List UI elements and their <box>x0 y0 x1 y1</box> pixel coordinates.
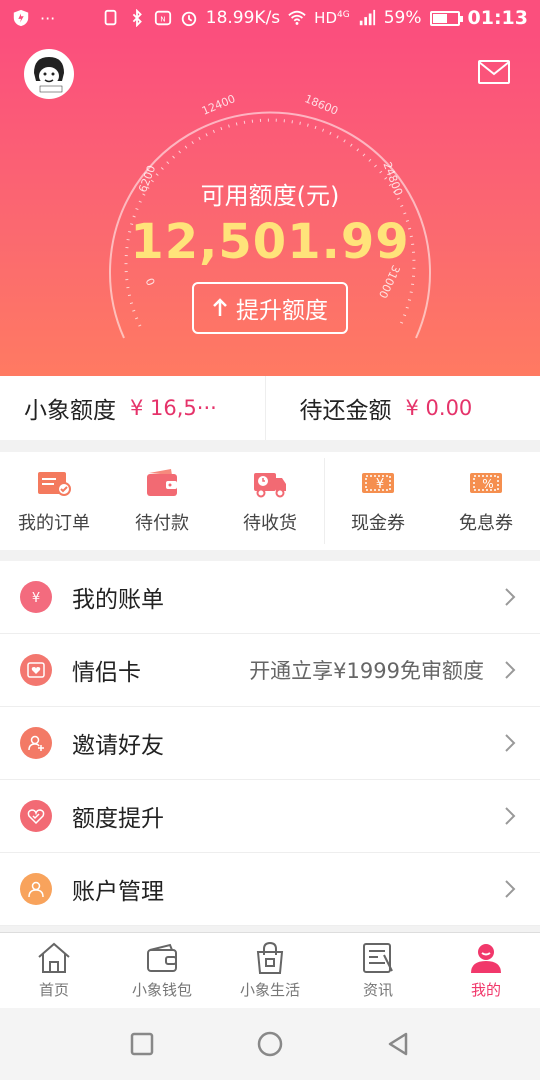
menu-label-account: 账户管理 <box>72 879 164 905</box>
interest-free-coupon[interactable]: % 免息券 <box>432 452 540 550</box>
interest-free-coupon-icon: % <box>470 473 502 493</box>
tab-mine[interactable]: 我的 <box>432 933 540 1008</box>
tab-home-label: 首页 <box>38 981 69 999</box>
news-icon <box>363 943 393 973</box>
raise-limit-button[interactable]: 提升额度 <box>192 282 348 334</box>
avatar-cartoon-icon <box>26 51 72 97</box>
order-pending-payment-label: 待付款 <box>135 513 189 534</box>
svg-text:¥: ¥ <box>376 477 384 492</box>
menu-label-raise-limit: 额度提升 <box>72 806 164 832</box>
account-icon <box>20 873 52 905</box>
alarm-icon <box>181 11 196 27</box>
system-nav-bar <box>0 1008 540 1080</box>
menu-label-couple-card: 情侣卡 <box>72 660 141 686</box>
order-icon <box>38 472 71 496</box>
gauge-tick-label: 0 <box>143 276 158 288</box>
shopping-bag-icon <box>256 941 284 974</box>
nfc-icon: N <box>154 10 171 26</box>
amount-due[interactable]: 待还金额 ¥ 0.00 <box>264 376 540 440</box>
raise-limit-icon <box>20 800 52 832</box>
quota-summary: 小象额度 ¥ 16,5··· 待还金额 ¥ 0.00 <box>0 376 540 440</box>
tab-news-label: 资讯 <box>362 981 393 999</box>
bill-icon: ¥ <box>20 581 52 613</box>
signal-icon <box>359 9 375 26</box>
status-bar: ··· N 18.99K/s HD4G 59% 01:13 <box>0 0 540 36</box>
network-type: HD4G <box>314 9 350 27</box>
tab-life-label: 小象生活 <box>239 981 300 999</box>
order-all[interactable]: 我的订单 <box>0 452 108 550</box>
raise-limit-label: 提升额度 <box>236 297 328 323</box>
svg-text:¥: ¥ <box>32 591 40 605</box>
profile-icon <box>471 944 501 973</box>
wallet-icon <box>147 943 177 972</box>
chevron-right-icon <box>505 661 516 679</box>
chevron-right-icon <box>505 734 516 752</box>
battery-icon <box>429 10 463 26</box>
menu-item-invite-friend[interactable]: 邀请好友 <box>0 707 540 780</box>
orders-divider <box>324 458 325 544</box>
recent-apps-icon[interactable] <box>128 1030 156 1058</box>
order-all-label: 我的订单 <box>18 513 90 534</box>
wifi-icon <box>288 10 306 25</box>
menu-item-account[interactable]: 账户管理 <box>0 853 540 926</box>
bluetooth-icon <box>132 9 142 27</box>
battery-percent: 59% <box>383 8 422 28</box>
tab-mine-label: 我的 <box>470 981 501 999</box>
tab-wallet[interactable]: 小象钱包 <box>108 933 216 1008</box>
menu-label-my-bill: 我的账单 <box>72 587 164 613</box>
couple-card-promo: 开通立享¥1999免审额度 <box>249 659 484 683</box>
network-speed: 18.99K/s <box>205 8 281 28</box>
menu-item-my-bill[interactable]: ¥ 我的账单 <box>0 561 540 634</box>
order-pending-delivery[interactable]: 待收货 <box>216 452 324 550</box>
order-pending-delivery-label: 待收货 <box>243 513 297 534</box>
couple-card-icon <box>20 654 52 686</box>
svg-text:%: % <box>482 477 493 491</box>
menu-list: ¥ 我的账单 情侣卡 开通立享¥1999免审额度 邀请好友 额度提升 账户管理 <box>0 561 540 926</box>
avatar[interactable] <box>24 49 74 99</box>
available-credit-label: 可用额度(元) <box>200 182 340 210</box>
menu-item-raise-limit[interactable]: 额度提升 <box>0 780 540 853</box>
chevron-right-icon <box>505 880 516 898</box>
more-notifications-icon: ··· <box>40 8 56 28</box>
menu-item-couple-card[interactable]: 情侣卡 开通立享¥1999免审额度 <box>0 634 540 707</box>
back-triangle-icon[interactable] <box>384 1030 412 1058</box>
tab-life[interactable]: 小象生活 <box>216 933 324 1008</box>
amount-due-label: 待还金额 <box>299 398 392 424</box>
amount-due-value: ¥ 0.00 <box>405 396 473 420</box>
truck-icon <box>254 473 286 498</box>
orders-bar: 我的订单 待付款 待收货 ¥ 现金券 % 免息券 <box>0 452 540 550</box>
invite-friend-icon <box>20 727 52 759</box>
interest-free-coupon-label: 免息券 <box>459 513 513 534</box>
clock: 01:13 <box>467 7 528 29</box>
tab-wallet-label: 小象钱包 <box>131 981 192 999</box>
mail-icon[interactable] <box>478 60 510 84</box>
bottom-tab-bar: 首页 小象钱包 小象生活 资讯 我的 <box>0 932 540 1008</box>
available-credit-amount: 12,501.99 <box>130 214 410 270</box>
shield-icon <box>13 9 29 27</box>
chevron-right-icon <box>505 588 516 606</box>
svg-text:N: N <box>160 15 165 24</box>
lock-file-icon <box>104 9 117 26</box>
wallet-icon <box>147 469 177 496</box>
gauge-tick-label: 18600 <box>303 92 340 118</box>
cash-coupon-icon: ¥ <box>362 473 394 493</box>
credit-hero: 0 6200 12400 18600 24800 31000 可用额度(元) 12,501… <box>0 36 540 376</box>
menu-label-invite-friend: 邀请好友 <box>72 733 164 759</box>
cash-coupon-label: 现金券 <box>351 513 405 534</box>
chevron-right-icon <box>505 807 516 825</box>
arrow-up-icon <box>213 298 227 316</box>
credit-limit[interactable]: 小象额度 ¥ 16,5··· <box>0 376 265 440</box>
tab-news[interactable]: 资讯 <box>324 933 432 1008</box>
home-icon <box>38 942 70 973</box>
credit-limit-label: 小象额度 <box>24 398 116 424</box>
home-circle-icon[interactable] <box>256 1030 284 1058</box>
order-pending-payment[interactable]: 待付款 <box>108 452 216 550</box>
tab-home[interactable]: 首页 <box>0 933 108 1008</box>
cash-coupon[interactable]: ¥ 现金券 <box>324 452 432 550</box>
gauge-tick-label: 12400 <box>200 92 237 118</box>
credit-limit-value: ¥ 16,5··· <box>130 396 217 420</box>
